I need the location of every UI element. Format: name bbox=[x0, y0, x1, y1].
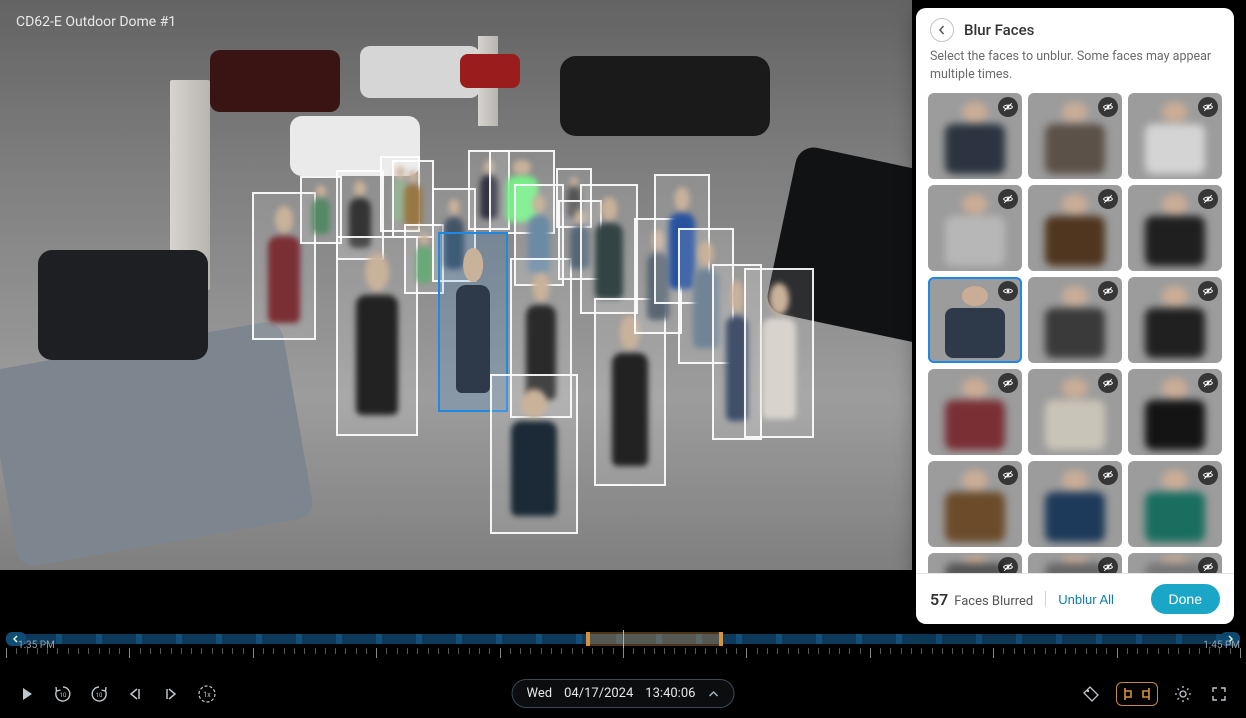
panel-subtitle: Select the faces to unblur. Some faces m… bbox=[916, 48, 1234, 93]
eye-off-icon[interactable] bbox=[1098, 97, 1118, 117]
trim-in-icon bbox=[1121, 685, 1135, 703]
video-feed bbox=[0, 0, 912, 570]
eye-off-icon[interactable] bbox=[1198, 557, 1218, 573]
camera-title: CD62-E Outdoor Dome #1 bbox=[16, 14, 176, 30]
detection-box[interactable] bbox=[490, 374, 578, 534]
done-button[interactable]: Done bbox=[1151, 584, 1220, 614]
svg-text:10: 10 bbox=[60, 692, 67, 699]
eye-off-icon[interactable] bbox=[1098, 465, 1118, 485]
eye-off-icon[interactable] bbox=[1198, 373, 1218, 393]
timeline-end-label: 1:45 PM bbox=[1203, 640, 1240, 651]
datetime-day: Wed bbox=[527, 686, 553, 701]
datetime-time: 13:40:06 bbox=[645, 686, 695, 701]
eye-off-icon[interactable] bbox=[1098, 557, 1118, 573]
playhead[interactable] bbox=[623, 630, 624, 648]
eye-off-icon[interactable] bbox=[1098, 189, 1118, 209]
detection-box[interactable] bbox=[580, 184, 638, 314]
detection-box[interactable] bbox=[744, 268, 814, 438]
frame-forward-button[interactable] bbox=[160, 683, 182, 705]
face-tile[interactable] bbox=[1028, 185, 1122, 271]
eye-off-icon[interactable] bbox=[998, 189, 1018, 209]
speed-button[interactable]: 1x bbox=[196, 683, 218, 705]
face-tile[interactable] bbox=[1028, 553, 1122, 573]
forward-10-button[interactable]: 10 bbox=[88, 683, 110, 705]
datetime-date: 04/17/2024 bbox=[564, 686, 633, 701]
panel-title: Blur Faces bbox=[964, 21, 1034, 39]
face-tile[interactable] bbox=[1028, 93, 1122, 179]
settings-button[interactable] bbox=[1172, 683, 1194, 705]
scene-car bbox=[210, 50, 340, 112]
scene-car bbox=[460, 54, 520, 88]
eye-off-icon[interactable] bbox=[1198, 189, 1218, 209]
svg-text:10: 10 bbox=[96, 692, 103, 699]
eye-off-icon[interactable] bbox=[1198, 97, 1218, 117]
eye-off-icon[interactable] bbox=[1198, 465, 1218, 485]
clip-range[interactable] bbox=[586, 632, 723, 646]
face-tile[interactable] bbox=[1028, 369, 1122, 455]
timeline-start-label: 1:35 PM bbox=[18, 640, 55, 651]
face-tile[interactable] bbox=[1028, 277, 1122, 363]
chevron-up-icon bbox=[707, 688, 719, 700]
blur-count: 57 Faces Blurred bbox=[930, 590, 1033, 609]
back-button[interactable] bbox=[930, 18, 954, 42]
clip-trim-control[interactable] bbox=[1116, 682, 1158, 706]
face-tile[interactable] bbox=[928, 553, 1022, 573]
unblur-all-button[interactable]: Unblur All bbox=[1058, 592, 1114, 607]
trim-out-icon bbox=[1139, 685, 1153, 703]
timeline[interactable]: 1:35 PM 1:45 PM bbox=[0, 632, 1246, 670]
eye-off-icon[interactable] bbox=[998, 557, 1018, 573]
frame-back-button[interactable] bbox=[124, 683, 146, 705]
tag-button[interactable] bbox=[1080, 683, 1102, 705]
rewind-10-button[interactable]: 10 bbox=[52, 683, 74, 705]
blur-faces-panel: Blur Faces Select the faces to unblur. S… bbox=[916, 8, 1234, 624]
face-tile[interactable] bbox=[1128, 185, 1222, 271]
scene-car bbox=[560, 56, 770, 136]
face-tile[interactable] bbox=[1128, 277, 1222, 363]
separator bbox=[1045, 591, 1046, 607]
eye-icon[interactable] bbox=[998, 281, 1018, 301]
svg-text:1x: 1x bbox=[203, 691, 211, 699]
eye-off-icon[interactable] bbox=[1198, 281, 1218, 301]
face-tile[interactable] bbox=[1128, 369, 1222, 455]
eye-off-icon[interactable] bbox=[1098, 373, 1118, 393]
blur-count-label: Faces Blurred bbox=[954, 594, 1033, 609]
face-tile[interactable] bbox=[928, 93, 1022, 179]
player-controls: 10 10 1x Wed 04/17/2024 13:40:06 bbox=[0, 670, 1246, 718]
eye-off-icon[interactable] bbox=[998, 97, 1018, 117]
face-tile[interactable] bbox=[928, 461, 1022, 547]
face-tile[interactable] bbox=[928, 185, 1022, 271]
timeline-ruler bbox=[6, 648, 1240, 666]
play-button[interactable] bbox=[16, 683, 38, 705]
face-tile[interactable] bbox=[1028, 461, 1122, 547]
face-tile[interactable] bbox=[1128, 93, 1222, 179]
faces-scroll[interactable] bbox=[916, 93, 1234, 573]
fullscreen-button[interactable] bbox=[1208, 683, 1230, 705]
eye-off-icon[interactable] bbox=[1098, 281, 1118, 301]
face-tile[interactable] bbox=[928, 369, 1022, 455]
face-tile[interactable] bbox=[1128, 553, 1222, 573]
blur-count-number: 57 bbox=[930, 590, 948, 609]
eye-off-icon[interactable] bbox=[998, 465, 1018, 485]
scene-car bbox=[38, 250, 208, 360]
face-tile[interactable] bbox=[928, 277, 1022, 363]
eye-off-icon[interactable] bbox=[998, 373, 1018, 393]
face-tile[interactable] bbox=[1128, 461, 1222, 547]
datetime-chip[interactable]: Wed 04/17/2024 13:40:06 bbox=[512, 679, 735, 708]
